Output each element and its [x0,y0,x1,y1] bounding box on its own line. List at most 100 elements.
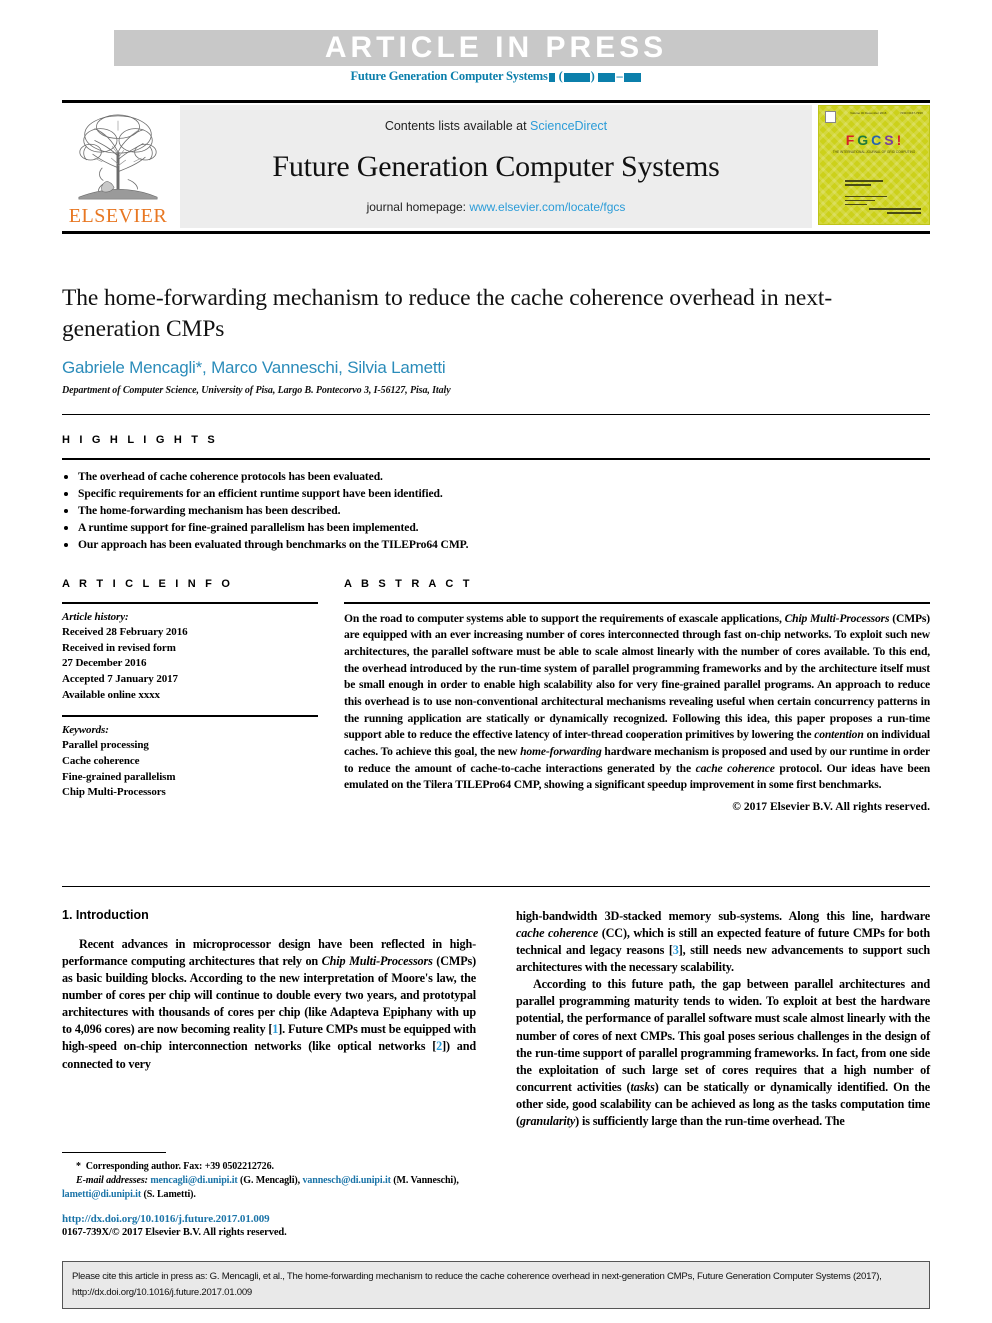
list-item: The home-forwarding mechanism has been d… [62,502,930,519]
keyword-item: Parallel processing [62,739,149,752]
para-part: high-bandwidth 3D-stacked memory sub-sys… [516,909,930,923]
cover-footer-lines [869,208,921,216]
elsevier-tree-icon [78,114,158,200]
article-history-item: Received in revised form [62,641,176,654]
abstract-rule [344,602,930,604]
cover-elsevier-mark-icon [825,111,836,123]
volume-placeholder [548,72,555,82]
email-link-1[interactable]: mencagli@di.unipi.it [150,1175,237,1186]
corresponding-author-text: Corresponding author. Fax: +39 050221272… [85,1161,274,1172]
email-owner-1: (G. Mencagli), [237,1174,303,1186]
cover-volume-text: Volume 00 December 2016 [850,111,887,115]
list-item: The overhead of cache coherence protocol… [62,468,930,485]
keywords-rule [62,715,318,717]
highlights-top-rule [62,414,930,415]
keywords-label: Keywords: [62,723,109,736]
keyword-item: Cache coherence [62,755,140,768]
email-link-2[interactable]: vannesch@di.unipi.it [302,1175,391,1186]
year-placeholder [563,72,590,82]
journal-homepage-line: journal homepage: www.elsevier.com/locat… [367,200,626,214]
intro-paragraph-right-1: high-bandwidth 3D-stacked memory sub-sys… [516,908,930,976]
please-cite-text: Please cite this article in press as: G.… [72,1271,882,1298]
list-item: Our approach has been evaluated through … [62,536,930,553]
please-cite-box: Please cite this article in press as: G.… [62,1261,930,1309]
intro-paragraph-right-2: According to this future path, the gap b… [516,976,930,1130]
para-emphasis: cache coherence [516,926,599,941]
info-and-abstract: A R T I C L E I N F O Article history: R… [62,578,930,813]
email-addresses-label: E-mail addresses: [76,1174,148,1186]
cover-letter-c: C [871,132,883,148]
highlights-rule [62,458,930,460]
title-block: The home-forwarding mechanism to reduce … [62,283,930,396]
abstract-emphasis: contention [814,728,864,742]
cover-subtitle: THE INTERNATIONAL JOURNAL OF GRID COMPUT… [832,150,916,154]
cover-top-bar: Volume 00 December 2016 ISSN 0167-739X [825,111,923,123]
body-columns: 1. Introduction Recent advances in micro… [62,908,930,1130]
para-emphasis: tasks [630,1079,655,1094]
article-history-block: Article history: Received 28 February 20… [62,610,318,704]
highlights-section: H I G H L I G H T S The overhead of cach… [62,434,930,553]
article-info-label: A R T I C L E I N F O [62,578,234,590]
highlights-label: H I G H L I G H T S [62,434,218,446]
cover-letter-f: F [845,132,856,148]
keyword-item: Chip Multi-Processors [62,786,166,799]
journal-homepage-link[interactable]: www.elsevier.com/locate/fgcs [469,200,625,214]
email-owner-3: (S. Lametti). [141,1188,196,1200]
article-in-press-banner: ARTICLE IN PRESS [114,30,878,66]
cover-letter-g: G [857,132,870,148]
para-emphasis: granularity [519,1113,576,1128]
section-heading-introduction: 1. Introduction [62,908,149,922]
article-history-item: Available online xxxx [62,688,160,701]
masthead-bottom-rule [62,231,930,234]
journal-title: Future Generation Computer Systems [272,149,720,183]
contents-lists-line: Contents lists available at ScienceDirec… [385,119,607,133]
journal-homepage-prefix: journal homepage: [366,200,470,214]
cover-letter-s: S [884,132,895,148]
abstract-part: On the road to computer systems able to … [344,611,785,625]
doi-link[interactable]: http://dx.doi.org/10.1016/j.future.2017.… [62,1213,476,1225]
abstract-part: (CMPs) are equipped with an ever increas… [344,611,930,742]
cover-issn-text: ISSN 0167-739X [900,111,923,115]
issn-copyright-line: 0167-739X/© 2017 Elsevier B.V. All right… [62,1227,287,1239]
abstract-emphasis: home-forwarding [520,745,602,759]
cover-letter-bang: ! [896,132,903,148]
elsevier-logo: ELSEVIER [62,105,174,228]
article-history-label: Article history: [62,610,129,623]
para-part: ) is sufficiently large than the run-tim… [575,1113,845,1128]
email-link-3[interactable]: lametti@di.unipi.it [62,1189,141,1200]
page-title: The home-forwarding mechanism to reduce … [62,285,833,342]
article-info-column: A R T I C L E I N F O Article history: R… [62,578,318,813]
page-end-placeholder [623,72,641,82]
journal-reference-line: Future Generation Computer Systems () – [0,69,992,84]
contents-lists-prefix: Contents lists available at [384,119,531,133]
copyright-line: © 2017 Elsevier B.V. All rights reserved… [732,800,930,814]
journal-masthead: ELSEVIER Contents lists available at Sci… [62,100,930,228]
author-list[interactable]: Gabriele Mencagli*, Marco Vanneschi, Sil… [62,358,930,378]
body-column-left: 1. Introduction Recent advances in micro… [62,908,476,1130]
corresponding-author-note: * Corresponding author. Fax: +39 0502212… [76,1161,274,1172]
para-emphasis: Chip Multi-Processors [321,954,433,969]
footnotes-block: * Corresponding author. Fax: +39 0502212… [62,1160,476,1238]
abstract-emphasis: cache coherence [695,761,775,775]
article-history-item: Received 28 February 2016 [62,626,188,639]
abstract-label: A B S T R A C T [344,578,473,590]
footnote-rule [62,1152,166,1153]
body-top-rule [62,886,930,887]
email-owner-2: (M. Vanneschi), [390,1174,459,1186]
affiliation: Department of Computer Science, Universi… [62,385,451,397]
intro-paragraph-left: Recent advances in microprocessor design… [62,936,476,1073]
article-history-item: 27 December 2016 [62,657,147,670]
page-start-placeholder [598,72,616,82]
elsevier-wordmark: ELSEVIER [68,205,168,227]
highlights-list: The overhead of cache coherence protocol… [62,468,930,554]
article-in-press-label: ARTICLE IN PRESS [324,31,668,64]
abstract-column: A B S T R A C T On the road to computer … [344,578,930,813]
journal-cover-thumbnail: Volume 00 December 2016 ISSN 0167-739X F… [818,105,930,225]
body-column-right: high-bandwidth 3D-stacked memory sub-sys… [516,908,930,1130]
sciencedirect-link[interactable]: ScienceDirect [530,119,607,133]
list-item: A runtime support for fine-grained paral… [62,519,930,536]
cover-text-lines [845,180,887,208]
list-item: Specific requirements for an efficient r… [62,485,930,502]
journal-reference-title: Future Generation Computer Systems [350,69,548,83]
keywords-block: Keywords: Parallel processing Cache cohe… [62,723,318,801]
